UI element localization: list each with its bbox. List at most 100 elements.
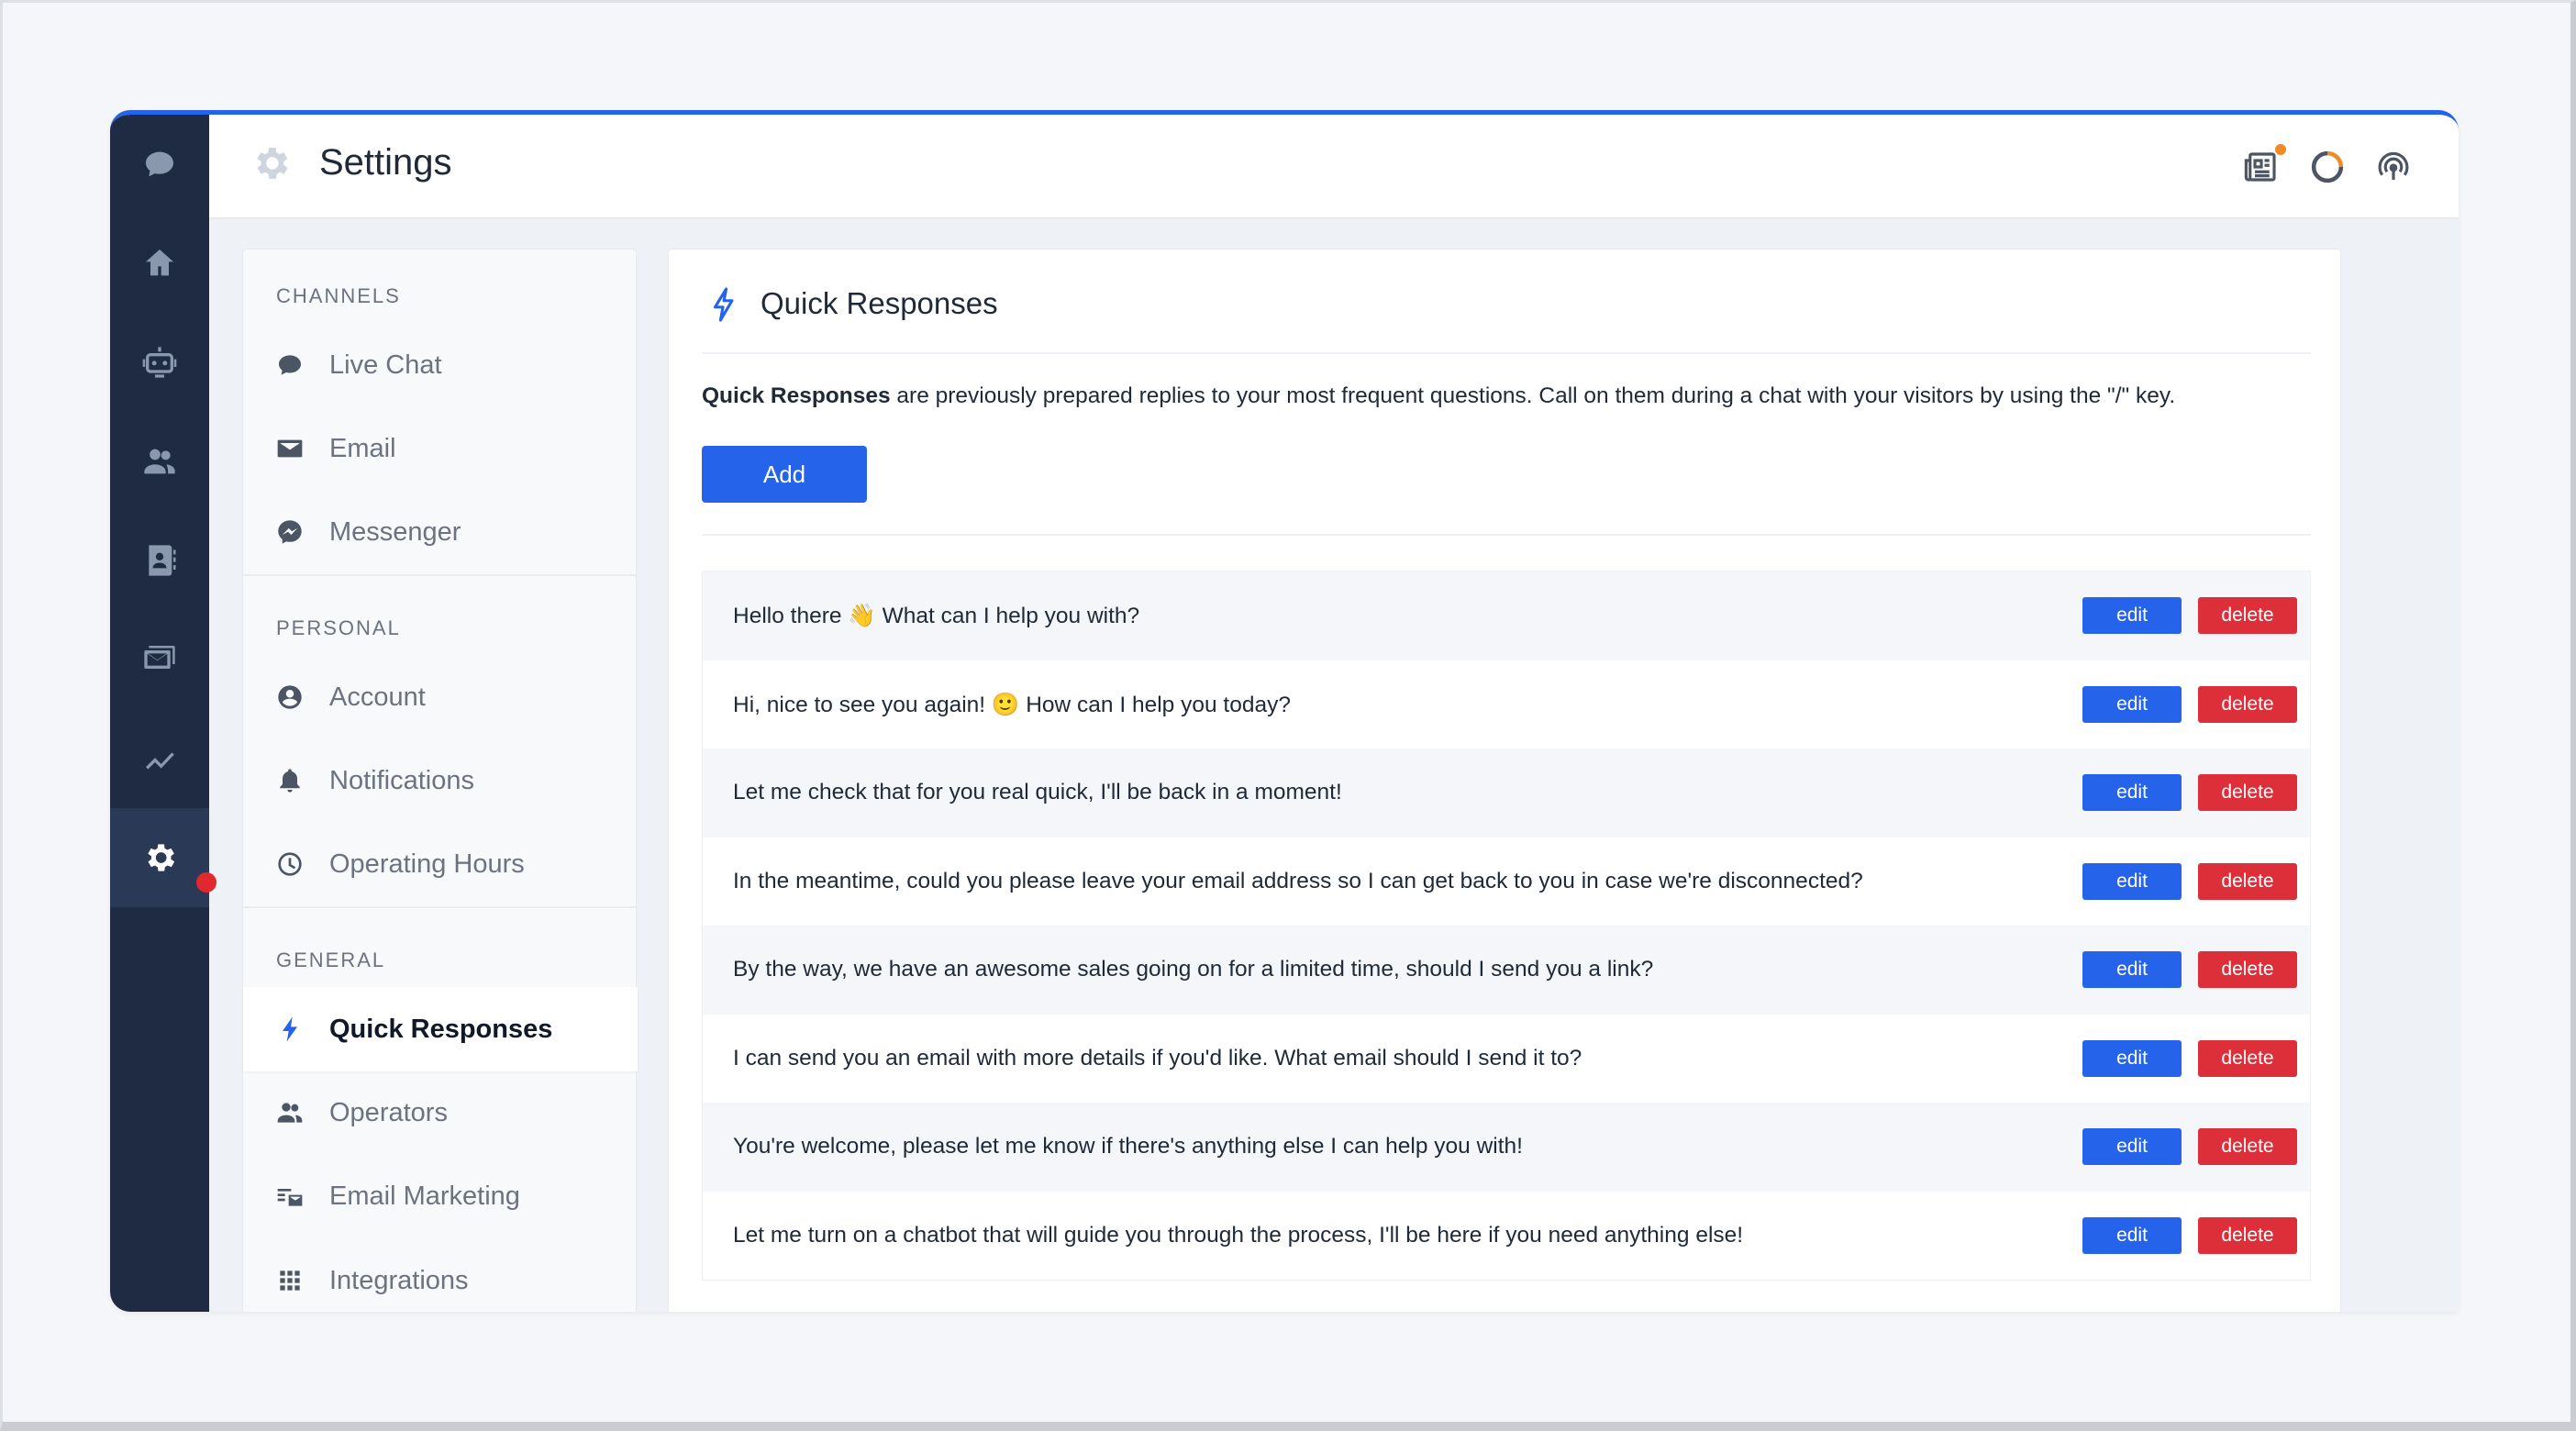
settings-subnav: CHANNELS Live Chat Email Messenger PERSO… [242, 249, 638, 1312]
divider [702, 352, 2311, 354]
list-item: In the meantime, could you please leave … [703, 837, 2310, 926]
account-icon [274, 682, 305, 713]
subnav-item-label: Integrations [329, 1265, 469, 1295]
subnav-item-messenger[interactable]: Messenger [243, 490, 638, 574]
inbox-icon [144, 646, 175, 669]
add-button[interactable]: Add [702, 446, 867, 503]
section-heading-general: GENERAL [276, 948, 386, 971]
list-item: Let me check that for you real quick, I'… [703, 749, 2310, 838]
subnav-item-label: Quick Responses [329, 1014, 553, 1044]
bolt-icon [713, 287, 734, 322]
edit-button[interactable]: edit [2082, 597, 2182, 635]
rail-settings[interactable] [110, 808, 209, 907]
broadcast-icon [2378, 151, 2409, 180]
subnav-item-email[interactable]: Email [243, 406, 638, 491]
bell-icon [274, 765, 305, 796]
subnav-item-label: Account [329, 682, 426, 712]
response-text: Hello there 👋 What can I help you with? [733, 604, 1140, 629]
section-heading-personal: PERSONAL [276, 616, 401, 639]
response-text: Hi, nice to see you again! 🙂 How can I h… [733, 692, 1291, 717]
delete-button[interactable]: delete [2198, 597, 2297, 635]
icon-rail [110, 115, 217, 1312]
analytics-icon [146, 752, 174, 770]
response-text: Let me check that for you real quick, I'… [733, 780, 1342, 805]
contacts-icon [149, 545, 176, 576]
subnav-item-operators[interactable]: Operators [243, 1070, 638, 1155]
top-bar: Settings [209, 115, 2459, 217]
edit-button[interactable]: edit [2082, 774, 2182, 812]
grid-icon [274, 1265, 305, 1296]
subnav-item-notifications[interactable]: Notifications [243, 738, 638, 823]
delete-button[interactable]: delete [2198, 1039, 2297, 1077]
settings-gear-icon [257, 148, 288, 179]
gear-icon [148, 844, 175, 871]
edit-button[interactable]: edit [2082, 862, 2182, 900]
subnav-item-live-chat[interactable]: Live Chat [243, 323, 638, 407]
delete-button[interactable]: delete [2198, 774, 2297, 812]
delete-button[interactable]: delete [2198, 1216, 2297, 1254]
page-title: Settings [319, 142, 452, 183]
clock-icon [274, 849, 305, 880]
subnav-item-integrations[interactable]: Integrations [243, 1238, 638, 1312]
delete-button[interactable]: delete [2198, 862, 2297, 900]
section-heading-channels: CHANNELS [276, 284, 401, 307]
rail-users[interactable] [110, 412, 209, 511]
list-item: I can send you an email with more detail… [703, 1014, 2310, 1103]
rail-chat[interactable] [110, 115, 209, 214]
list-item: By the way, we have an awesome sales goi… [703, 926, 2310, 1015]
rail-contacts[interactable] [110, 511, 209, 610]
edit-button[interactable]: edit [2082, 1128, 2182, 1166]
list-item: Hi, nice to see you again! 🙂 How can I h… [703, 660, 2310, 749]
response-text: In the meantime, could you please leave … [733, 868, 1863, 893]
subnav-item-account[interactable]: Account [243, 655, 638, 739]
list-item: Let me turn on a chatbot that will guide… [703, 1191, 2310, 1280]
envelope-icon [274, 433, 305, 464]
rail-bot[interactable] [110, 313, 209, 412]
delete-button[interactable]: delete [2198, 951, 2297, 989]
home-icon [146, 250, 173, 276]
subnav-item-label: Operating Hours [329, 849, 525, 879]
subnav-item-label: Notifications [329, 765, 474, 795]
broadcast-button[interactable] [2374, 148, 2413, 186]
loading-ring-icon [2311, 150, 2344, 183]
subnav-item-label: Email [329, 433, 396, 463]
app-window: Settings CHANNELS Live Chat Email Messen… [110, 110, 2459, 1312]
responses-list: Hello there 👋 What can I help you with? … [702, 571, 2311, 1281]
description-text: are previously prepared replies to your … [890, 383, 2176, 408]
subnav-item-label: Live Chat [329, 349, 442, 380]
bot-icon [142, 347, 177, 378]
users-icon [144, 449, 175, 474]
email-marketing-icon [274, 1181, 305, 1212]
edit-button[interactable]: edit [2082, 951, 2182, 989]
top-icons [2242, 144, 2413, 186]
rail-home[interactable] [110, 214, 209, 313]
response-text: You're welcome, please let me know if th… [733, 1134, 1523, 1159]
notification-dot [2275, 144, 2286, 155]
delete-button[interactable]: delete [2198, 1128, 2297, 1166]
bolt-icon [274, 1014, 305, 1045]
response-text: I can send you an email with more detail… [733, 1045, 1582, 1070]
list-item: You're welcome, please let me know if th… [703, 1103, 2310, 1192]
subnav-item-label: Operators [329, 1097, 448, 1127]
chat-bubble-icon [274, 349, 305, 381]
subnav-divider [243, 906, 638, 908]
panel-title: Quick Responses [761, 286, 998, 320]
edit-button[interactable]: edit [2082, 1039, 2182, 1077]
rail-analytics[interactable] [110, 709, 209, 808]
delete-button[interactable]: delete [2198, 685, 2297, 723]
divider [702, 534, 2311, 536]
rail-inbox[interactable] [110, 610, 209, 709]
panel-description: Quick Responses are previously prepared … [702, 383, 2175, 409]
news-button[interactable] [2242, 144, 2286, 186]
status-dot [196, 872, 217, 893]
edit-button[interactable]: edit [2082, 685, 2182, 723]
users-icon [274, 1097, 305, 1128]
list-item: Hello there 👋 What can I help you with? … [703, 571, 2310, 660]
chat-icon [146, 151, 173, 177]
subnav-item-operating-hours[interactable]: Operating Hours [243, 822, 638, 906]
subnav-item-quick-responses[interactable]: Quick Responses [243, 987, 638, 1071]
subnav-item-email-marketing[interactable]: Email Marketing [243, 1154, 638, 1238]
description-bold: Quick Responses [702, 383, 891, 408]
status-button[interactable] [2308, 148, 2347, 186]
edit-button[interactable]: edit [2082, 1216, 2182, 1254]
